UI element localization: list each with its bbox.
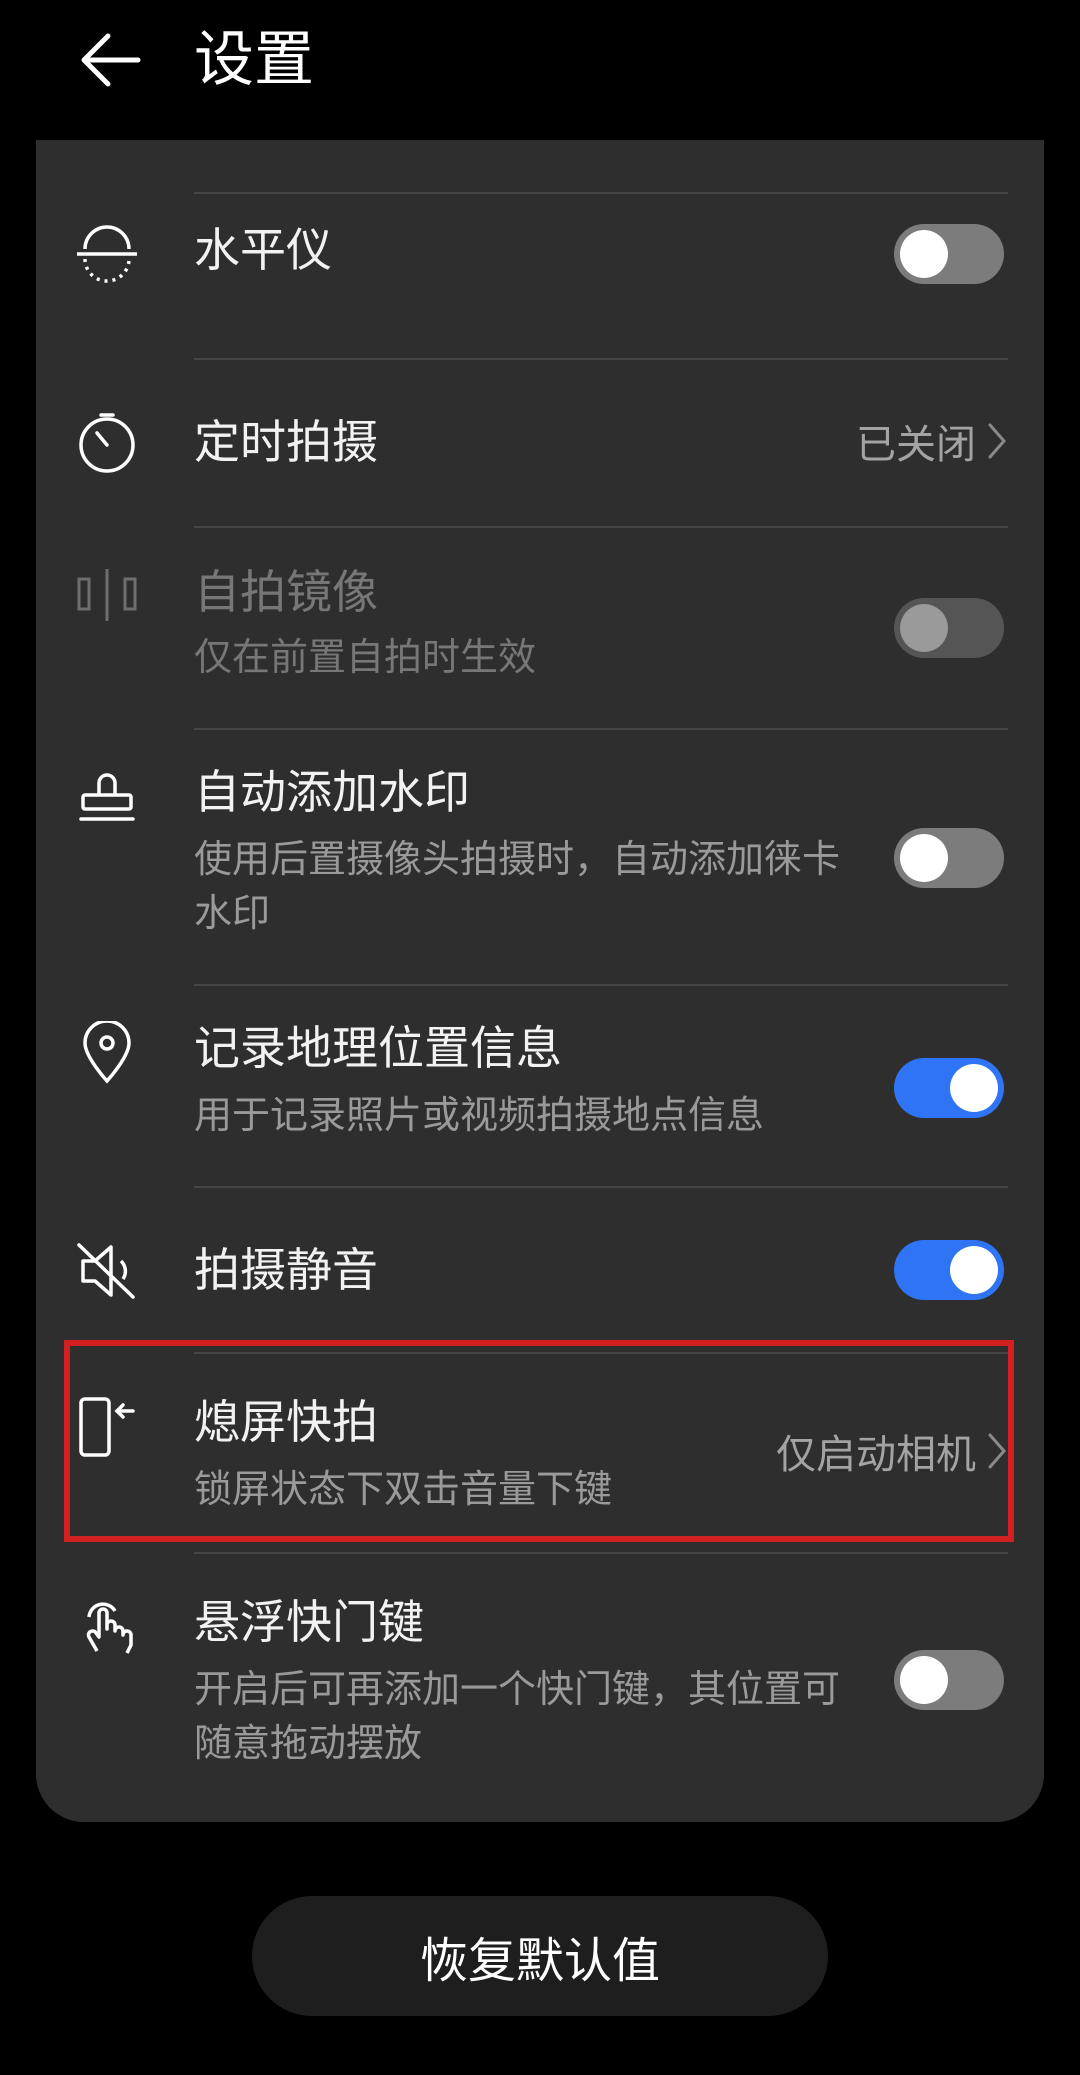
toggle-knob	[900, 834, 948, 882]
selfie-mirror-toggle[interactable]	[894, 598, 1004, 658]
toggle-knob	[950, 1246, 998, 1294]
divider	[194, 192, 1008, 194]
touch-hand-icon	[72, 1590, 142, 1660]
setting-title: 拍摄静音	[194, 1243, 378, 1297]
level-icon	[72, 218, 142, 288]
setting-level[interactable]: 水平仪	[36, 196, 1044, 310]
divider	[194, 984, 1008, 986]
divider	[194, 1552, 1008, 1554]
arrow-left-icon	[81, 33, 141, 87]
toggle-knob	[900, 230, 948, 278]
toggle-knob	[950, 1064, 998, 1112]
setting-subtitle: 仅在前置自拍时生效	[194, 635, 537, 679]
setting-title: 水平仪	[194, 223, 332, 277]
timer-value[interactable]: 已关闭	[856, 412, 1008, 470]
divider	[194, 728, 1008, 730]
setting-location[interactable]: 记录地理位置信息 用于记录照片或视频拍摄地点信息	[36, 988, 1044, 1184]
setting-selfie-mirror: 自拍镜像 仅在前置自拍时生效	[36, 530, 1044, 726]
reset-defaults-button[interactable]: 恢复默认值	[252, 1896, 828, 2016]
floating-shutter-toggle[interactable]	[894, 1650, 1004, 1710]
level-toggle[interactable]	[894, 224, 1004, 284]
stamp-icon	[72, 762, 142, 832]
setting-subtitle: 开启后可再添加一个快门键，其位置可随意拖动摆放	[194, 1667, 841, 1765]
toggle-knob	[900, 604, 948, 652]
setting-floating-shutter[interactable]: 悬浮快门键 开启后可再添加一个快门键，其位置可随意拖动摆放	[36, 1556, 1044, 1816]
toggle-knob	[900, 1656, 948, 1704]
divider	[194, 1186, 1008, 1188]
setting-timer[interactable]: 定时拍摄 已关闭	[36, 362, 1044, 526]
setting-title: 记录地理位置信息	[194, 1021, 562, 1075]
setting-watermark[interactable]: 自动添加水印 使用后置摄像头拍摄时，自动添加徕卡水印	[36, 732, 1044, 986]
location-toggle[interactable]	[894, 1058, 1004, 1118]
setting-title: 自动添加水印	[194, 765, 470, 819]
timer-icon	[72, 408, 142, 478]
location-pin-icon	[72, 1018, 142, 1088]
setting-title: 悬浮快门键	[194, 1595, 424, 1649]
app-header: 设置	[0, 0, 1080, 140]
divider	[194, 526, 1008, 528]
divider	[194, 358, 1008, 360]
watermark-toggle[interactable]	[894, 828, 1004, 888]
setting-value: 已关闭	[856, 422, 976, 468]
page-title: 设置	[194, 25, 314, 95]
highlight-box	[64, 1340, 1014, 1542]
setting-title: 定时拍摄	[194, 415, 378, 469]
setting-mute[interactable]: 拍摄静音	[36, 1190, 1044, 1352]
mirror-icon	[72, 560, 142, 630]
chevron-right-icon	[986, 421, 1008, 461]
setting-subtitle: 用于记录照片或视频拍摄地点信息	[194, 1093, 765, 1137]
back-button[interactable]	[70, 20, 150, 100]
settings-card: 水平仪 定时拍摄 已关闭 自拍镜像 仅在前置自拍时生效 自动添加水印 使用后置摄…	[36, 140, 1044, 1822]
setting-title: 自拍镜像	[194, 565, 378, 619]
setting-subtitle: 使用后置摄像头拍摄时，自动添加徕卡水印	[194, 837, 841, 935]
speaker-muted-icon	[72, 1236, 142, 1306]
mute-toggle[interactable]	[894, 1240, 1004, 1300]
